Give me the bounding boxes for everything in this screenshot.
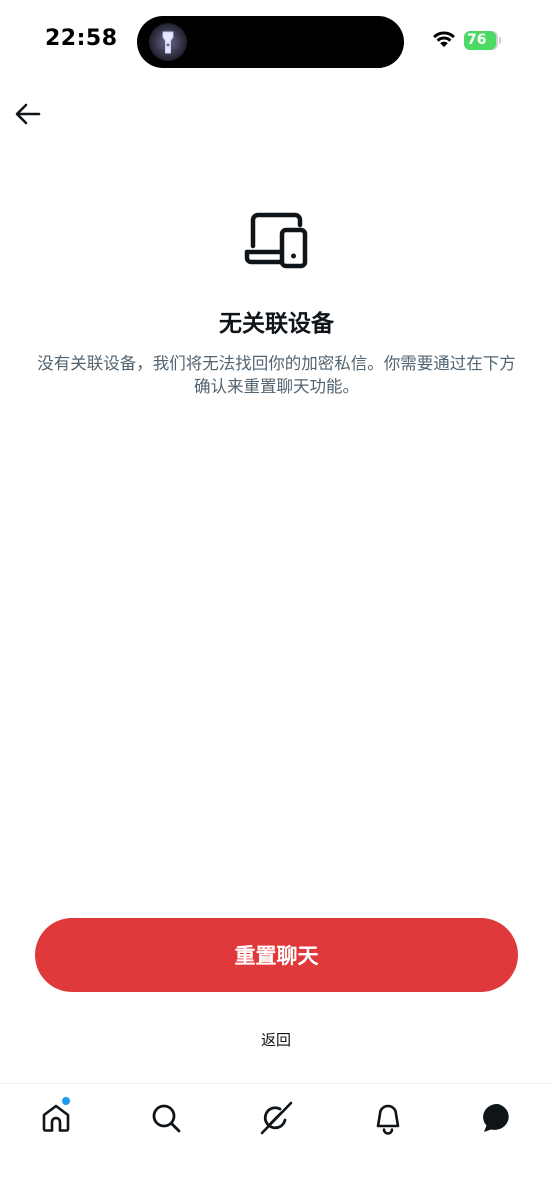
battery-indicator: 76 xyxy=(464,31,496,50)
dynamic-island xyxy=(137,16,404,68)
bell-icon xyxy=(376,1104,400,1135)
return-button[interactable]: 返回 xyxy=(226,1026,326,1054)
flashlight-icon xyxy=(149,23,187,61)
nav-messages[interactable] xyxy=(478,1098,518,1138)
reset-chat-button[interactable]: 重置聊天 xyxy=(35,918,518,992)
laptop-phone-icon xyxy=(244,212,310,274)
battery-cap xyxy=(499,37,501,44)
status-time: 22:58 xyxy=(45,26,118,51)
nav-grok[interactable] xyxy=(256,1098,296,1138)
page-title: 无关联设备 xyxy=(219,311,334,337)
bottom-nav xyxy=(0,1083,553,1200)
chat-icon xyxy=(483,1103,509,1132)
arrow-left-icon xyxy=(15,103,41,125)
nav-home[interactable] xyxy=(36,1098,76,1138)
screen: 22:58 76 无关联设备 没有关联设备，我们将无法找回你的加密私信。你需要通… xyxy=(0,0,553,1200)
description-text: 没有关联设备，我们将无法找回你的加密私信。你需要通过在下方确认来重置聊天功能。 xyxy=(37,354,516,396)
grok-icon xyxy=(260,1101,293,1135)
back-button[interactable] xyxy=(10,96,46,132)
search-icon xyxy=(152,1104,181,1133)
home-notification-dot xyxy=(62,1097,70,1105)
home-icon xyxy=(42,1104,70,1132)
nav-search[interactable] xyxy=(146,1098,186,1138)
nav-notifications[interactable] xyxy=(368,1098,408,1138)
status-bar: 22:58 76 xyxy=(0,0,553,82)
wifi-icon xyxy=(432,30,456,52)
